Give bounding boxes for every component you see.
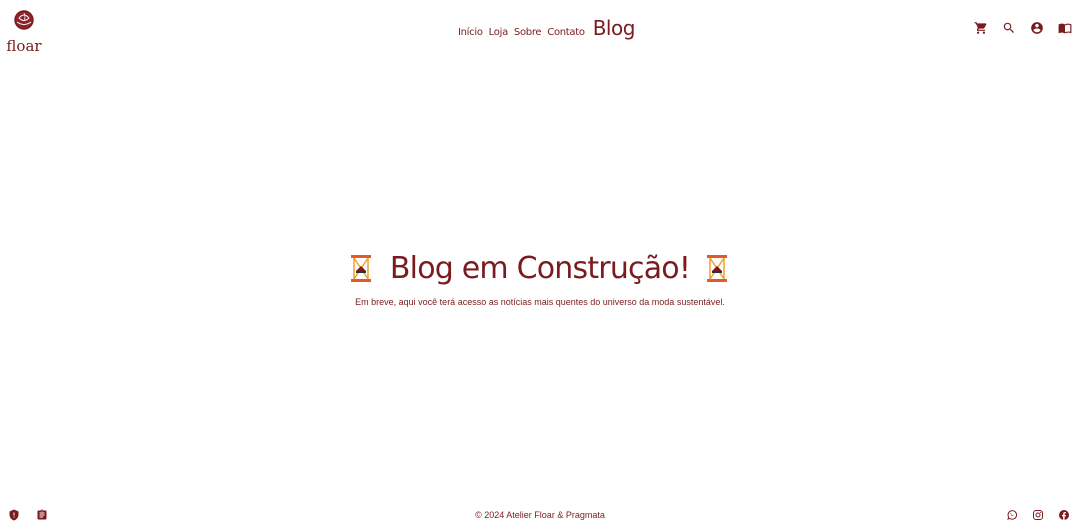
whatsapp-icon[interactable]	[1006, 509, 1018, 521]
search-icon[interactable]	[1002, 21, 1016, 35]
nav-item-sobre[interactable]: Sobre	[514, 27, 542, 38]
nav-item-contato[interactable]: Contato	[547, 27, 585, 38]
main-nav: Início Loja Sobre Contato Blog	[458, 16, 635, 42]
header: floar Início Loja Sobre Contato Blog	[0, 0, 1080, 56]
book-icon[interactable]	[1058, 21, 1072, 35]
copyright: © 2024 Atelier Floar & Pragmata	[475, 510, 605, 520]
page-subtitle: Em breve, aqui você terá acesso as notíc…	[355, 297, 725, 307]
brand-name: floar	[6, 37, 42, 55]
instagram-icon[interactable]	[1032, 509, 1044, 521]
account-icon[interactable]	[1030, 21, 1044, 35]
nav-item-blog[interactable]: Blog	[593, 16, 636, 40]
construction-crane-icon	[348, 253, 376, 283]
footer: © 2024 Atelier Floar & Pragmata	[0, 505, 1080, 525]
page-title: Blog em Construção!	[389, 250, 691, 286]
nav-item-inicio[interactable]: Início	[458, 27, 483, 38]
logo[interactable]: floar	[6, 8, 42, 55]
main-content: Blog em Construção! Em breve, aqui você …	[0, 245, 1080, 307]
rose-logo-icon	[14, 10, 34, 30]
construction-crane-icon	[704, 253, 732, 283]
title-row: Blog em Construção!	[0, 245, 1080, 291]
social-links	[1006, 509, 1070, 521]
nav-item-loja[interactable]: Loja	[489, 27, 509, 38]
facebook-icon[interactable]	[1058, 509, 1070, 521]
header-actions	[974, 21, 1072, 35]
cart-icon[interactable]	[974, 21, 988, 35]
